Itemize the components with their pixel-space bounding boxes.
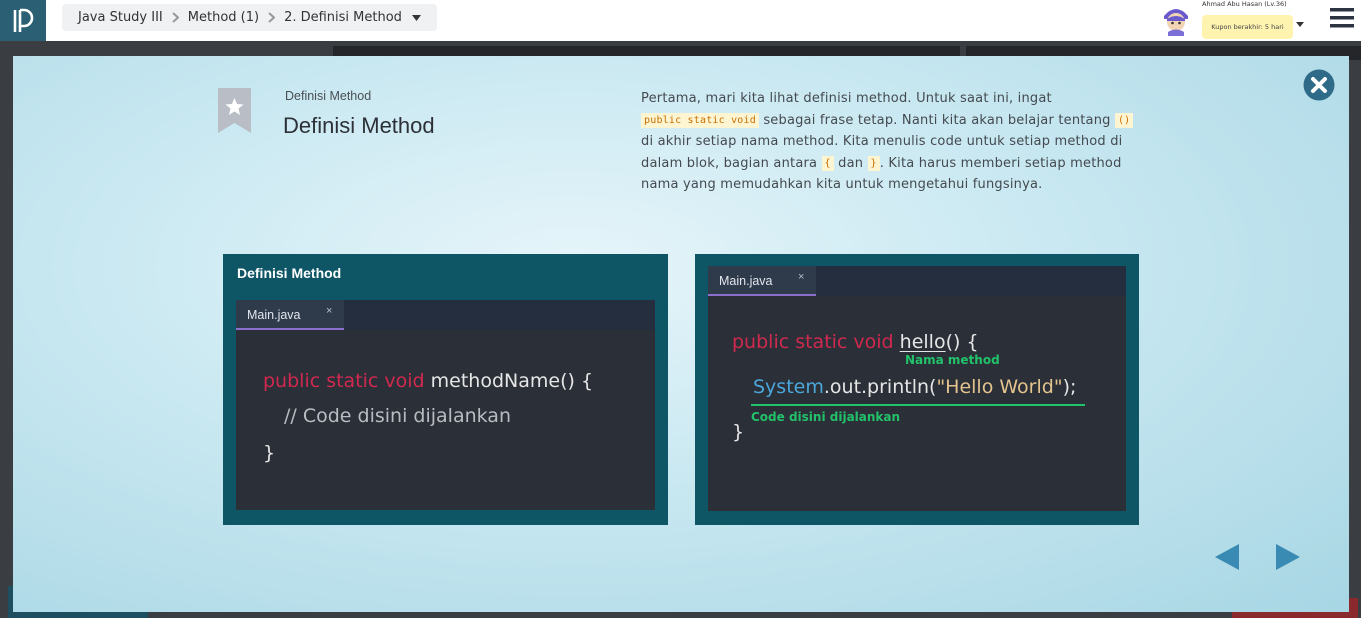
code-text: () {	[945, 331, 979, 353]
desc-text: dan	[833, 155, 868, 171]
breadcrumb-slide[interactable]: 2. Definisi Method	[284, 10, 402, 25]
close-tab-icon[interactable]: ×	[326, 305, 332, 317]
code-line-1: public static void hello() {	[732, 331, 979, 353]
code-comment: // Code disini dijalankan	[284, 405, 511, 427]
editor-tab[interactable]: Main.java ×	[236, 300, 344, 330]
user-name[interactable]: Ahmad Abu Hasan (Lv.36)	[1202, 0, 1287, 8]
avatar[interactable]	[1160, 4, 1192, 36]
code-closing-brace: }	[263, 442, 276, 464]
code-class: System	[753, 376, 824, 398]
caret-down-icon[interactable]	[1296, 12, 1304, 31]
caret-down-icon[interactable]	[411, 14, 421, 21]
coupon-badge: Kupon berakhir: 5 hari	[1202, 15, 1293, 39]
code-closing-brace: }	[732, 421, 745, 443]
slide-description: Pertama, mari kita lihat definisi method…	[641, 88, 1136, 196]
breadcrumb-lesson[interactable]: Method (1)	[188, 10, 259, 25]
code-line-1: public static void methodName() {	[263, 370, 593, 392]
tab-label: Main.java	[719, 274, 773, 288]
desc-text: sebagai frase tetap. Nanti kita akan bel…	[758, 112, 1115, 128]
code-keyword: public static void	[732, 331, 894, 353]
panel-heading: Definisi Method	[237, 265, 342, 281]
inline-code: ()	[1114, 112, 1134, 128]
annotation-code-body: Code disini dijalankan	[751, 410, 901, 424]
hamburger-menu-icon[interactable]	[1330, 8, 1354, 32]
arrow-left-icon[interactable]	[1215, 544, 1239, 570]
slide-subtitle: Definisi Method	[285, 89, 372, 103]
tab-label: Main.java	[247, 308, 301, 322]
code-line-2: System.out.println("Hello World");	[753, 376, 1076, 398]
slide-title: Definisi Method	[283, 113, 435, 138]
inline-code: public static void	[641, 112, 759, 128]
editor-tab-bar: Main.java ×	[236, 300, 655, 330]
logo-icon[interactable]	[0, 0, 46, 41]
method-name: hello	[899, 331, 946, 353]
bookmark-star-icon	[218, 88, 251, 133]
code-string: "Hello World"	[936, 376, 1063, 398]
close-tab-icon[interactable]: ×	[798, 271, 804, 283]
code-text: methodName() {	[424, 370, 594, 392]
annotation-underline	[751, 404, 1085, 406]
code-editor: Main.java × public static void hello() {…	[708, 266, 1126, 511]
desc-text: Pertama, mari kita lihat definisi method…	[641, 91, 1052, 106]
breadcrumb: Java Study III Method (1) 2. Definisi Me…	[62, 4, 437, 31]
code-panel-right: Main.java × public static void hello() {…	[695, 254, 1139, 525]
chevron-right-icon	[268, 12, 276, 23]
breadcrumb-course[interactable]: Java Study III	[78, 10, 163, 25]
top-bar: Java Study III Method (1) 2. Definisi Me…	[0, 0, 1361, 41]
code-panel-left: Definisi Method Main.java × public stati…	[223, 254, 668, 525]
code-editor: Main.java × public static void methodNam…	[236, 300, 655, 510]
code-text: );	[1062, 376, 1077, 398]
code-keyword: public static void	[263, 370, 425, 392]
editor-tab-bar: Main.java ×	[708, 266, 1126, 296]
editor-tab[interactable]: Main.java ×	[708, 266, 816, 296]
chevron-right-icon	[172, 12, 179, 23]
arrow-right-icon[interactable]	[1276, 544, 1300, 570]
close-icon[interactable]	[1303, 69, 1335, 101]
slide-modal: Definisi Method Definisi Method Pertama,…	[13, 56, 1349, 612]
inline-code: }	[867, 155, 880, 171]
code-text: .out.println(	[823, 376, 937, 398]
annotation-method-name: Nama method	[905, 353, 1000, 367]
inline-code: {	[821, 155, 834, 171]
